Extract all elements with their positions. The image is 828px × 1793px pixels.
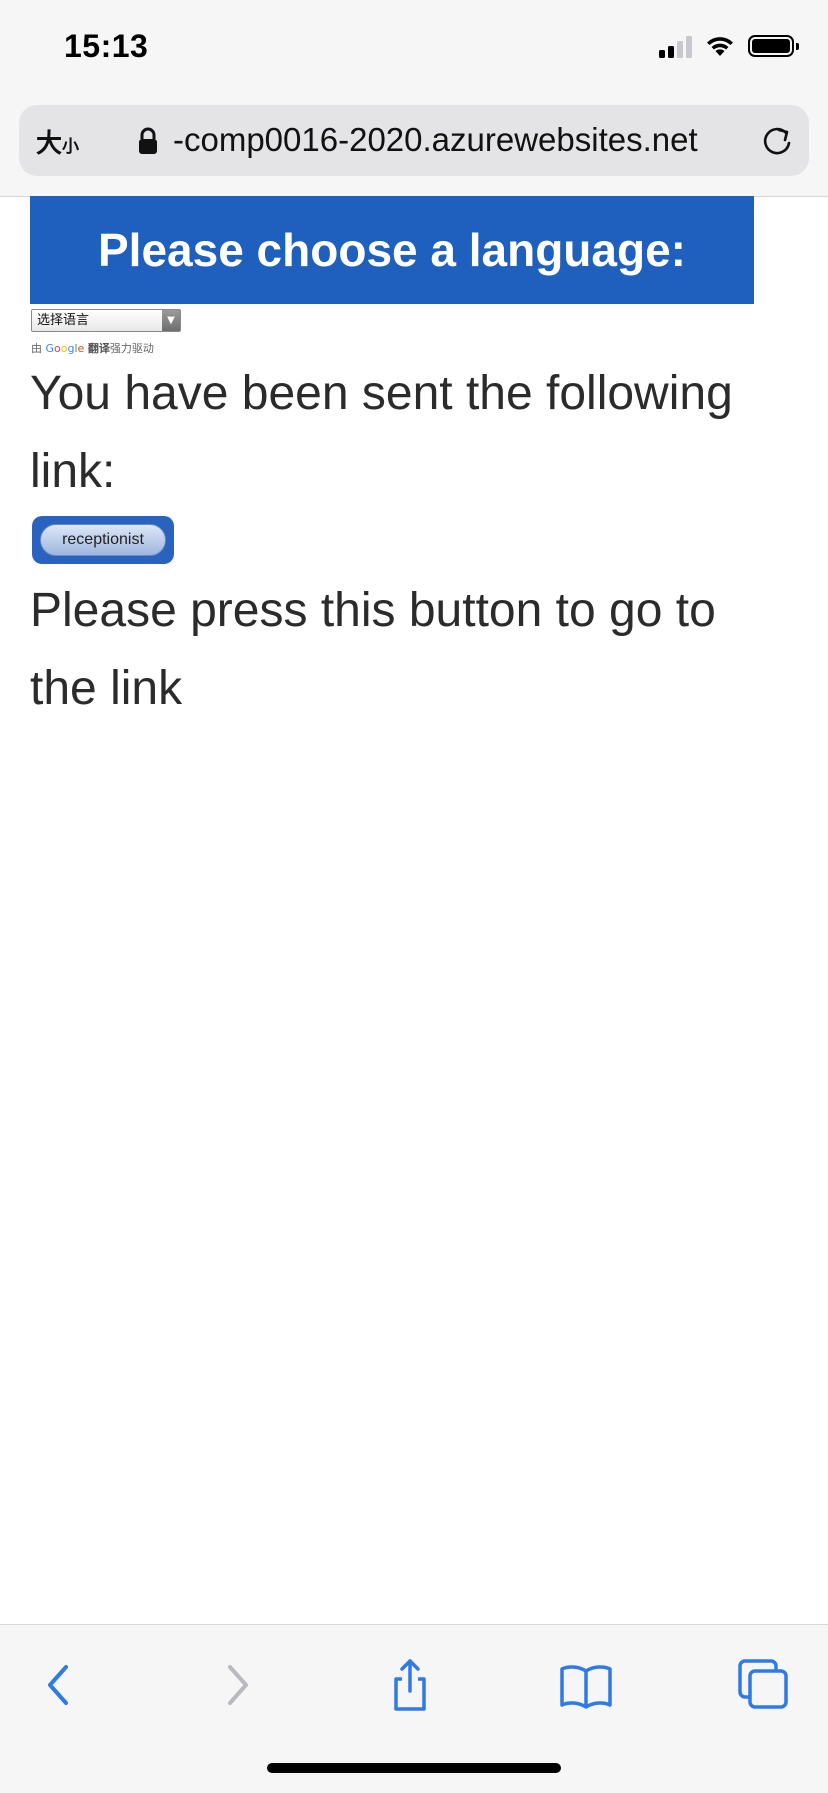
forward-icon[interactable] xyxy=(206,1655,266,1715)
reload-icon[interactable] xyxy=(759,123,795,159)
powered-by-google-translate: 由 Google 翻译强力驱动 xyxy=(31,340,154,356)
instruction-text: Please press this button to go to the li… xyxy=(30,584,716,715)
language-banner-title: Please choose a language: xyxy=(97,224,686,276)
back-icon[interactable] xyxy=(30,1655,90,1715)
google-logo: Google xyxy=(45,342,85,355)
share-icon[interactable] xyxy=(380,1655,440,1715)
language-select-value: 选择语言 xyxy=(37,313,90,328)
text-size-big-label: 大 xyxy=(36,129,63,159)
address-bar[interactable]: 大小 -comp0016-2020.azurewebsites.net xyxy=(19,105,809,176)
translate-link[interactable]: 翻译 xyxy=(88,342,110,355)
powered-by-prefix: 由 xyxy=(31,342,42,355)
wifi-icon xyxy=(707,37,733,56)
status-bar: 15:13 xyxy=(0,0,828,100)
tabs-icon[interactable] xyxy=(734,1655,794,1715)
bookmarks-icon[interactable] xyxy=(556,1655,616,1715)
status-icons xyxy=(659,34,799,58)
language-select[interactable]: 选择语言 ▼ xyxy=(31,309,181,332)
browser-address-region: 大小 -comp0016-2020.azurewebsites.net xyxy=(0,100,828,197)
message-text: You have been sent the following link: xyxy=(30,367,733,498)
text-size-button[interactable]: 大小 xyxy=(36,123,79,160)
language-banner: Please choose a language: xyxy=(30,196,754,304)
link-button-frame: receptionist xyxy=(32,516,174,564)
powered-by-suffix: 强力驱动 xyxy=(109,342,154,355)
chevron-down-icon: ▼ xyxy=(162,310,180,331)
receptionist-link-button[interactable]: receptionist xyxy=(40,524,166,556)
status-time: 15:13 xyxy=(64,28,149,64)
lock-icon xyxy=(139,127,157,154)
battery-icon xyxy=(748,35,799,57)
url-text[interactable]: -comp0016-2020.azurewebsites.net xyxy=(173,121,698,159)
text-size-small-label: 小 xyxy=(62,137,80,157)
home-indicator[interactable] xyxy=(267,1763,561,1773)
cellular-signal-icon xyxy=(659,34,692,58)
